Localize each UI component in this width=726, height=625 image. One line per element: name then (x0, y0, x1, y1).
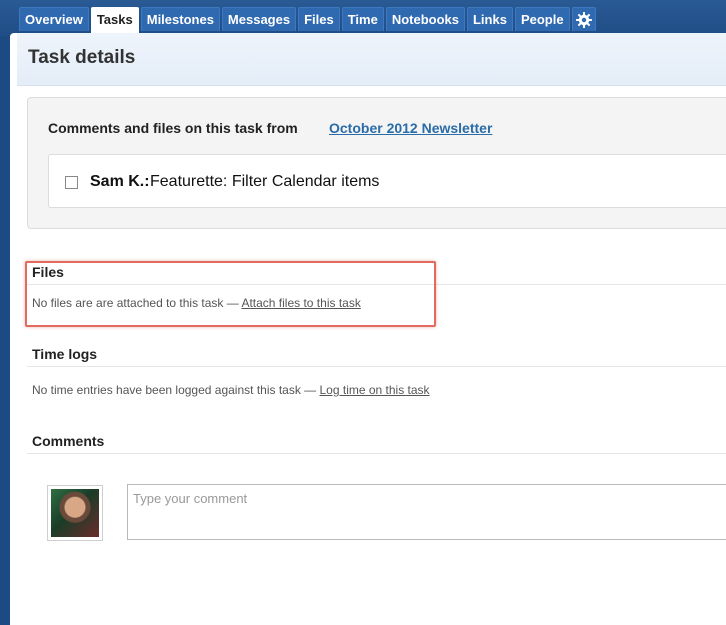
tab-overview[interactable]: Overview (19, 7, 89, 31)
time-logs-empty-text: No time entries have been logged against… (32, 383, 320, 397)
time-logs-empty-message: No time entries have been logged against… (32, 383, 430, 397)
time-logs-divider (27, 366, 726, 367)
panel-header: Task details (17, 33, 726, 86)
tab-links[interactable]: Links (466, 7, 513, 31)
task-assignee: Sam K.: (90, 173, 150, 190)
time-logs-heading: Time logs (32, 346, 98, 362)
tab-people[interactable]: People (514, 7, 570, 31)
task-name: Featurette: Filter Calendar items (150, 173, 380, 190)
avatar-photo (51, 489, 99, 537)
tab-milestones[interactable]: Milestones (140, 7, 220, 31)
task-details-panel: Task details Comments and files on this … (10, 33, 726, 625)
tab-time[interactable]: Time (341, 7, 384, 31)
task-summary-heading: Comments and files on this task from (48, 120, 298, 136)
tab-files[interactable]: Files (298, 7, 340, 31)
tab-tasks[interactable]: Tasks (90, 7, 139, 33)
comment-input[interactable] (127, 484, 726, 540)
project-tabs: Overview Tasks Milestones Messages Files… (19, 7, 596, 33)
tab-settings[interactable] (571, 7, 596, 31)
task-complete-checkbox[interactable] (65, 176, 78, 189)
task-row: Sam K.: Featurette: Filter Calendar item… (48, 154, 726, 208)
comments-heading: Comments (32, 433, 105, 449)
page-title: Task details (28, 47, 136, 68)
comments-divider (27, 453, 726, 454)
avatar (47, 485, 103, 541)
top-navigation-bar: Overview Tasks Milestones Messages Files… (0, 0, 726, 36)
gear-icon (575, 11, 592, 28)
log-time-link[interactable]: Log time on this task (320, 383, 430, 397)
tab-notebooks[interactable]: Notebooks (385, 7, 465, 31)
project-link[interactable]: October 2012 Newsletter (329, 120, 492, 136)
task-summary-box: Comments and files on this task from Oct… (27, 97, 726, 229)
tab-messages[interactable]: Messages (221, 7, 297, 31)
files-highlight-box (25, 261, 436, 327)
